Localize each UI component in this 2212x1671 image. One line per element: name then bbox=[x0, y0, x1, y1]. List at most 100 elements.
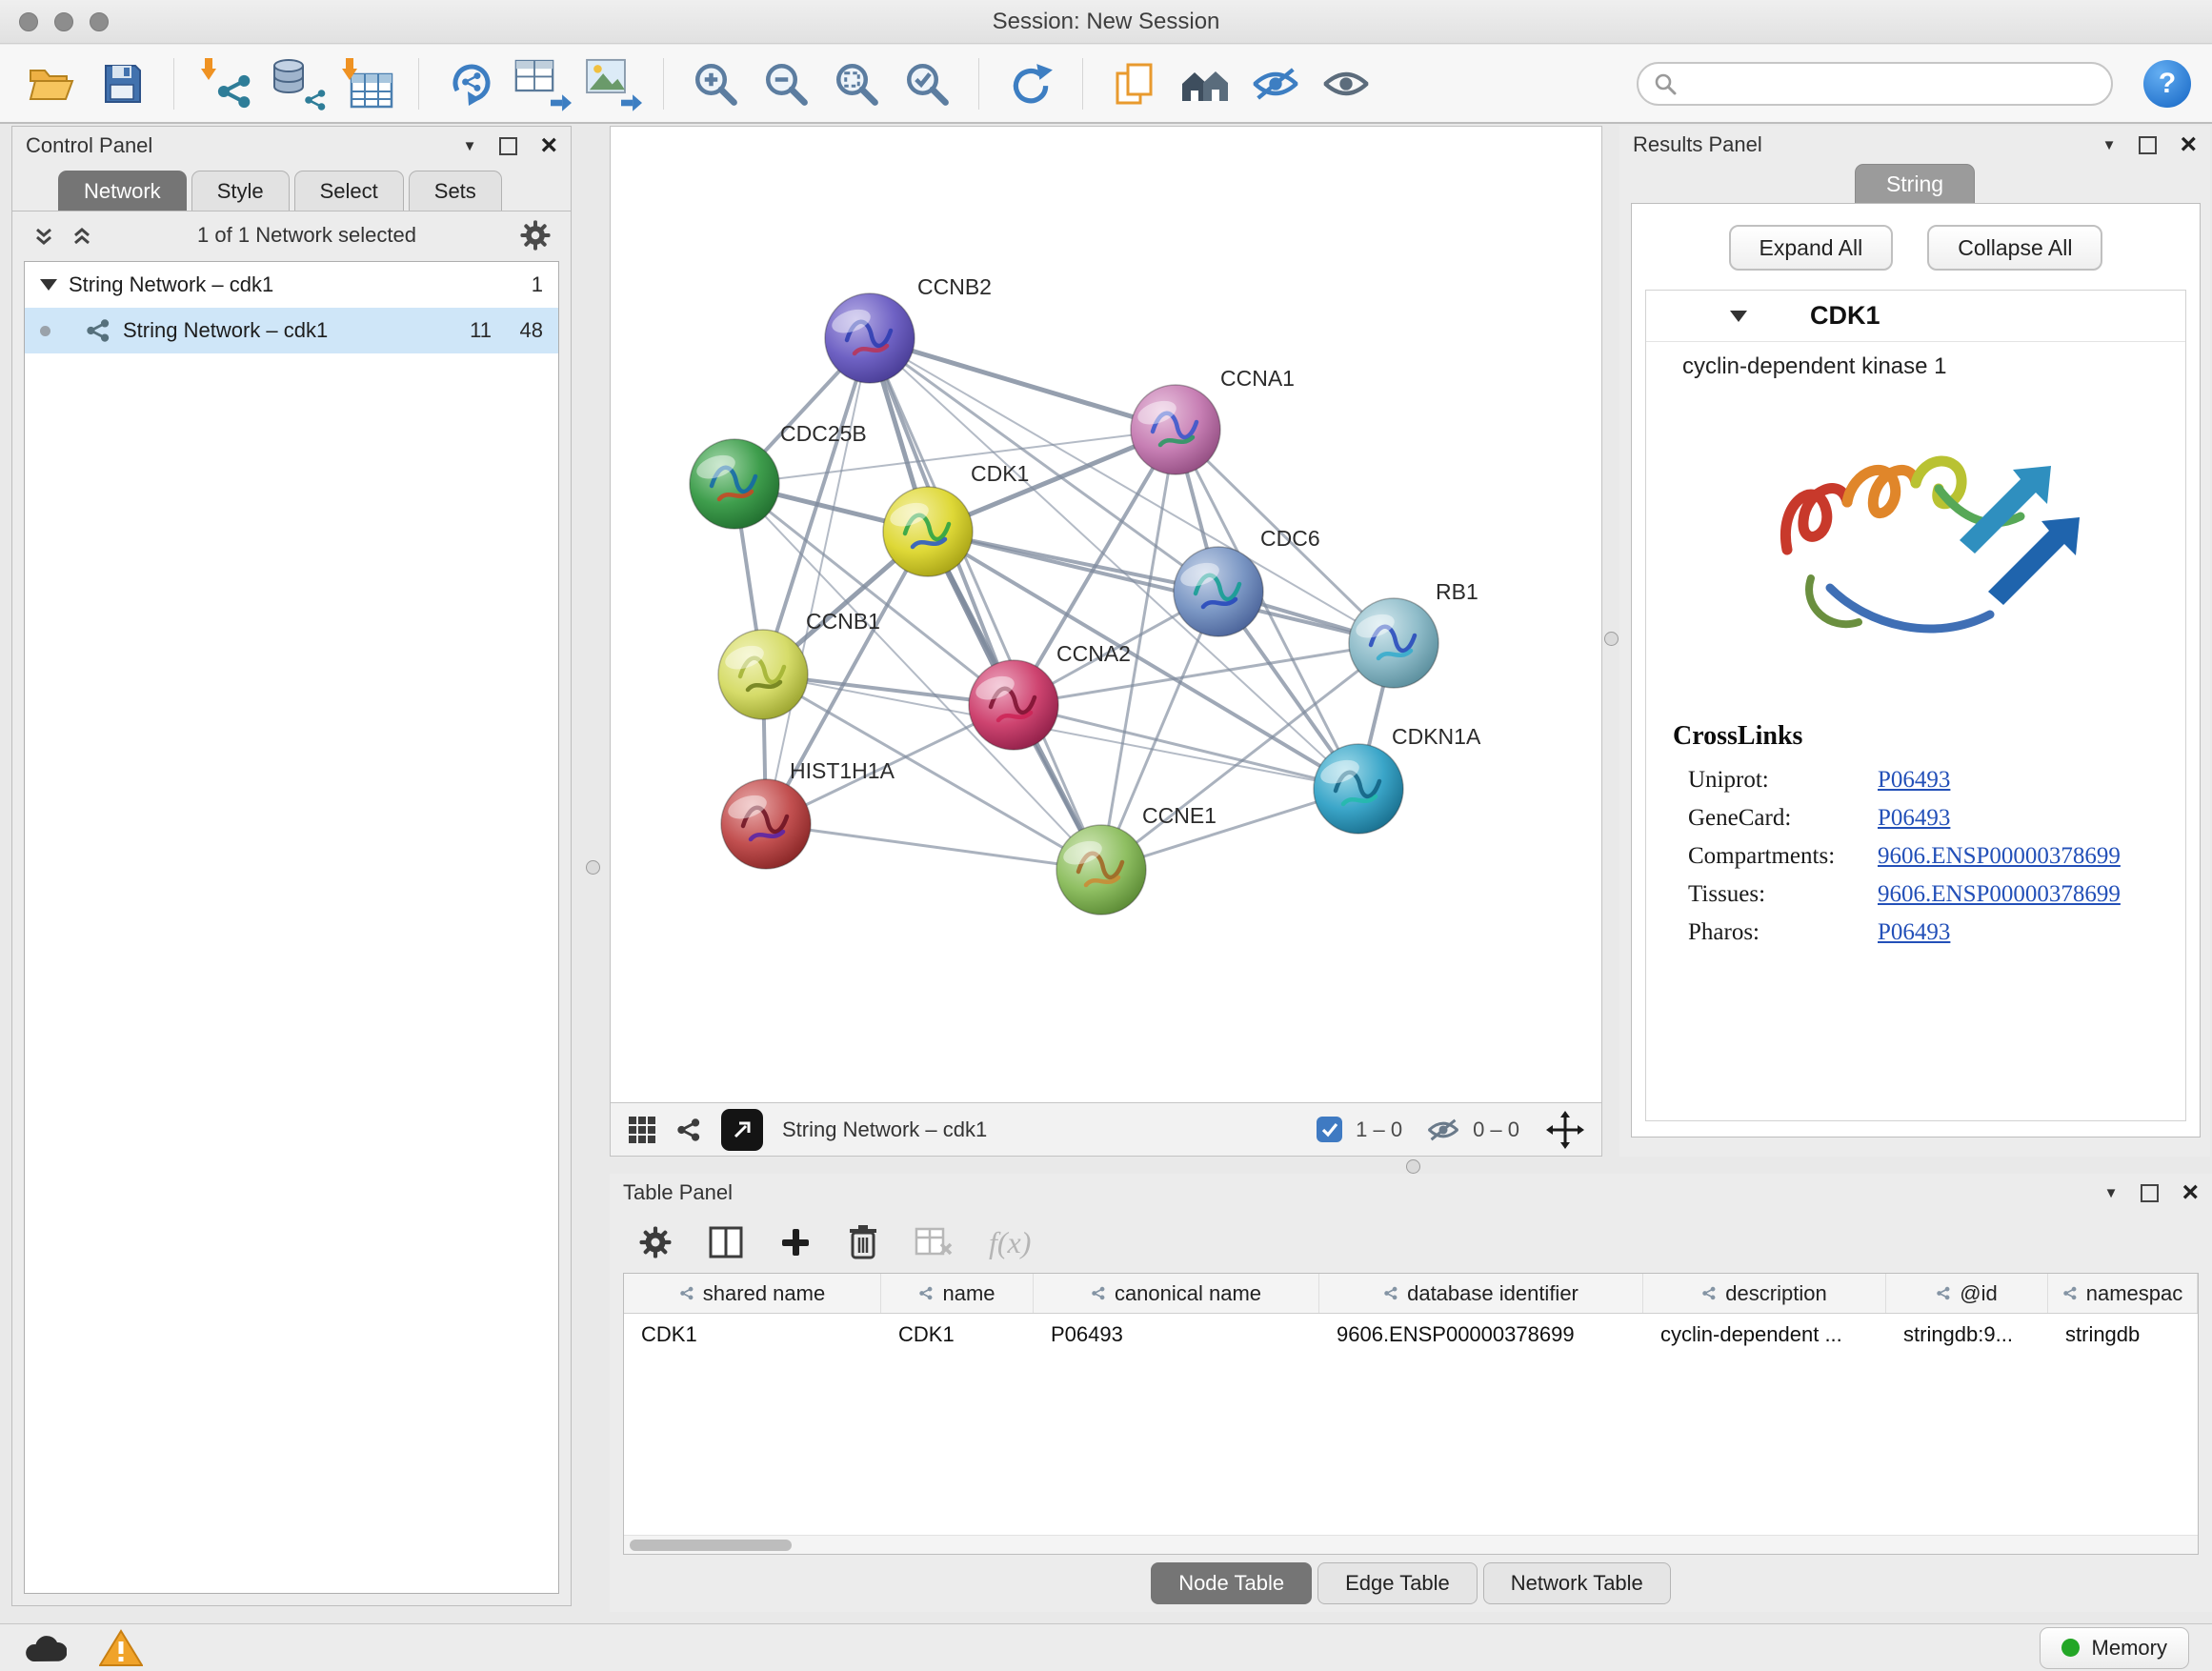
column-header[interactable]: database identifier bbox=[1319, 1274, 1643, 1313]
network-node-hist1h1a[interactable] bbox=[721, 779, 811, 869]
tab-node-table[interactable]: Node Table bbox=[1151, 1562, 1312, 1604]
network-node-cdk1[interactable] bbox=[883, 487, 973, 576]
add-column-icon[interactable] bbox=[779, 1226, 812, 1258]
splitter-handle-bottom[interactable] bbox=[1406, 1159, 1420, 1174]
birdseye-grid-icon[interactable] bbox=[628, 1116, 656, 1144]
open-session-button[interactable] bbox=[21, 55, 82, 112]
apply-preferred-layout-button[interactable] bbox=[1000, 55, 1061, 112]
network-canvas[interactable]: CCNB2CCNA1CDC25BCDK1CDC6RB1CCNB1CCNA2CDK… bbox=[611, 127, 1601, 1102]
new-network-from-selection-button[interactable] bbox=[440, 55, 501, 112]
panel-close-icon[interactable]: × bbox=[2182, 1181, 2199, 1204]
expand-all-button[interactable]: Expand All bbox=[1729, 225, 1894, 271]
network-edge[interactable] bbox=[870, 338, 1394, 643]
network-node-ccna1[interactable] bbox=[1131, 385, 1220, 474]
import-network-from-database-button[interactable] bbox=[266, 55, 327, 112]
column-header[interactable]: name bbox=[881, 1274, 1034, 1313]
panel-menu-icon[interactable]: ▼ bbox=[2104, 1186, 2119, 1200]
selected-checkbox[interactable] bbox=[1317, 1117, 1342, 1142]
tab-style[interactable]: Style bbox=[191, 171, 290, 211]
network-type-icon[interactable] bbox=[675, 1117, 702, 1142]
gene-collapse-icon[interactable] bbox=[1730, 311, 1747, 322]
network-edge[interactable] bbox=[766, 824, 1101, 870]
panel-close-icon[interactable]: × bbox=[540, 134, 557, 157]
crosslink-link[interactable]: P06493 bbox=[1878, 919, 1950, 945]
export-image-button[interactable] bbox=[581, 55, 642, 112]
delete-column-trash-icon[interactable] bbox=[848, 1224, 878, 1260]
zoom-selected-button[interactable] bbox=[896, 55, 957, 112]
network-collection-row[interactable]: String Network – cdk1 1 bbox=[25, 262, 558, 308]
table-row[interactable]: CDK1 CDK1 P06493 9606.ENSP00000378699 cy… bbox=[624, 1314, 2198, 1356]
home-button[interactable] bbox=[1175, 55, 1236, 112]
hide-selected-button[interactable] bbox=[1245, 55, 1306, 112]
crosslink-label: Uniprot: bbox=[1673, 767, 1878, 794]
panel-float-icon[interactable] bbox=[2141, 1184, 2159, 1202]
panel-menu-icon[interactable]: ▼ bbox=[2102, 138, 2117, 152]
tab-sets[interactable]: Sets bbox=[409, 171, 502, 211]
column-header[interactable]: shared name bbox=[624, 1274, 881, 1313]
network-node-cdc25b[interactable] bbox=[690, 439, 779, 529]
zoom-fit-button[interactable] bbox=[826, 55, 887, 112]
show-columns-icon[interactable] bbox=[709, 1226, 743, 1258]
open-in-new-window-button[interactable] bbox=[721, 1109, 763, 1151]
crosslink-link[interactable]: 9606.ENSP00000378699 bbox=[1878, 843, 2121, 869]
zoom-out-button[interactable] bbox=[755, 55, 816, 112]
tab-network[interactable]: Network bbox=[58, 171, 187, 211]
network-edge[interactable] bbox=[870, 338, 1101, 870]
network-node-ccnb2[interactable] bbox=[825, 293, 915, 383]
import-network-from-file-button[interactable] bbox=[195, 55, 256, 112]
help-button[interactable]: ? bbox=[2143, 60, 2191, 108]
crosslink-link[interactable]: P06493 bbox=[1878, 767, 1950, 793]
network-label: String Network – cdk1 bbox=[123, 318, 328, 343]
import-table-from-file-button[interactable] bbox=[336, 55, 397, 112]
search-input[interactable] bbox=[1686, 71, 2096, 96]
pan-crosshair-icon[interactable] bbox=[1546, 1111, 1584, 1149]
network-options-gear-icon[interactable] bbox=[519, 219, 552, 252]
collapse-all-icon[interactable] bbox=[31, 223, 56, 248]
crosslinks-title: CrossLinks bbox=[1673, 721, 2159, 752]
save-session-button[interactable] bbox=[91, 55, 152, 112]
window-close-button[interactable] bbox=[19, 12, 38, 31]
warnings-button[interactable] bbox=[99, 1629, 143, 1667]
collapse-all-button[interactable]: Collapse All bbox=[1927, 225, 2102, 271]
splitter-handle-left[interactable] bbox=[586, 860, 600, 875]
horizontal-scrollbar[interactable] bbox=[624, 1535, 2198, 1554]
tab-string[interactable]: String bbox=[1855, 164, 1975, 204]
network-node-cdc6[interactable] bbox=[1174, 547, 1263, 636]
collection-expand-icon[interactable] bbox=[40, 279, 57, 291]
column-header[interactable]: @id bbox=[1886, 1274, 2048, 1313]
expand-all-icon[interactable] bbox=[70, 223, 94, 248]
copy-button[interactable] bbox=[1104, 55, 1165, 112]
network-node-cdkn1a[interactable] bbox=[1314, 744, 1403, 834]
tab-select[interactable]: Select bbox=[294, 171, 404, 211]
network-node-rb1[interactable] bbox=[1349, 598, 1438, 688]
crosslink-link[interactable]: 9606.ENSP00000378699 bbox=[1878, 881, 2121, 907]
column-header[interactable]: description bbox=[1643, 1274, 1886, 1313]
column-type-icon bbox=[679, 1286, 694, 1300]
panel-float-icon[interactable] bbox=[499, 137, 517, 155]
memory-button[interactable]: Memory bbox=[2040, 1627, 2189, 1669]
network-node-ccne1[interactable] bbox=[1056, 825, 1146, 915]
column-header[interactable]: canonical name bbox=[1034, 1274, 1319, 1313]
show-all-button[interactable] bbox=[1316, 55, 1377, 112]
network-node-ccnb1[interactable] bbox=[718, 630, 808, 719]
network-row[interactable]: String Network – cdk1 11 48 bbox=[25, 308, 558, 353]
tab-network-table[interactable]: Network Table bbox=[1483, 1562, 1671, 1604]
panel-menu-icon[interactable]: ▼ bbox=[463, 139, 477, 153]
crosslink-link[interactable]: P06493 bbox=[1878, 805, 1950, 831]
panel-float-icon[interactable] bbox=[2139, 136, 2157, 154]
cloud-status-button[interactable] bbox=[23, 1633, 67, 1663]
network-edge[interactable] bbox=[766, 338, 870, 824]
scrollbar-thumb[interactable] bbox=[630, 1540, 792, 1551]
network-edge[interactable] bbox=[870, 338, 1176, 430]
panel-close-icon[interactable]: × bbox=[2180, 133, 2197, 156]
tab-edge-table[interactable]: Edge Table bbox=[1317, 1562, 1478, 1604]
export-network-button[interactable] bbox=[511, 55, 572, 112]
network-node-ccna2[interactable] bbox=[969, 660, 1058, 750]
splitter-handle-right[interactable] bbox=[1604, 632, 1619, 646]
gene-section-header[interactable]: CDK1 bbox=[1646, 291, 2185, 342]
zoom-in-button[interactable] bbox=[685, 55, 746, 112]
column-header[interactable]: namespac bbox=[2048, 1274, 2198, 1313]
window-minimize-button[interactable] bbox=[54, 12, 73, 31]
window-zoom-button[interactable] bbox=[90, 12, 109, 31]
table-settings-gear-icon[interactable] bbox=[638, 1225, 673, 1259]
